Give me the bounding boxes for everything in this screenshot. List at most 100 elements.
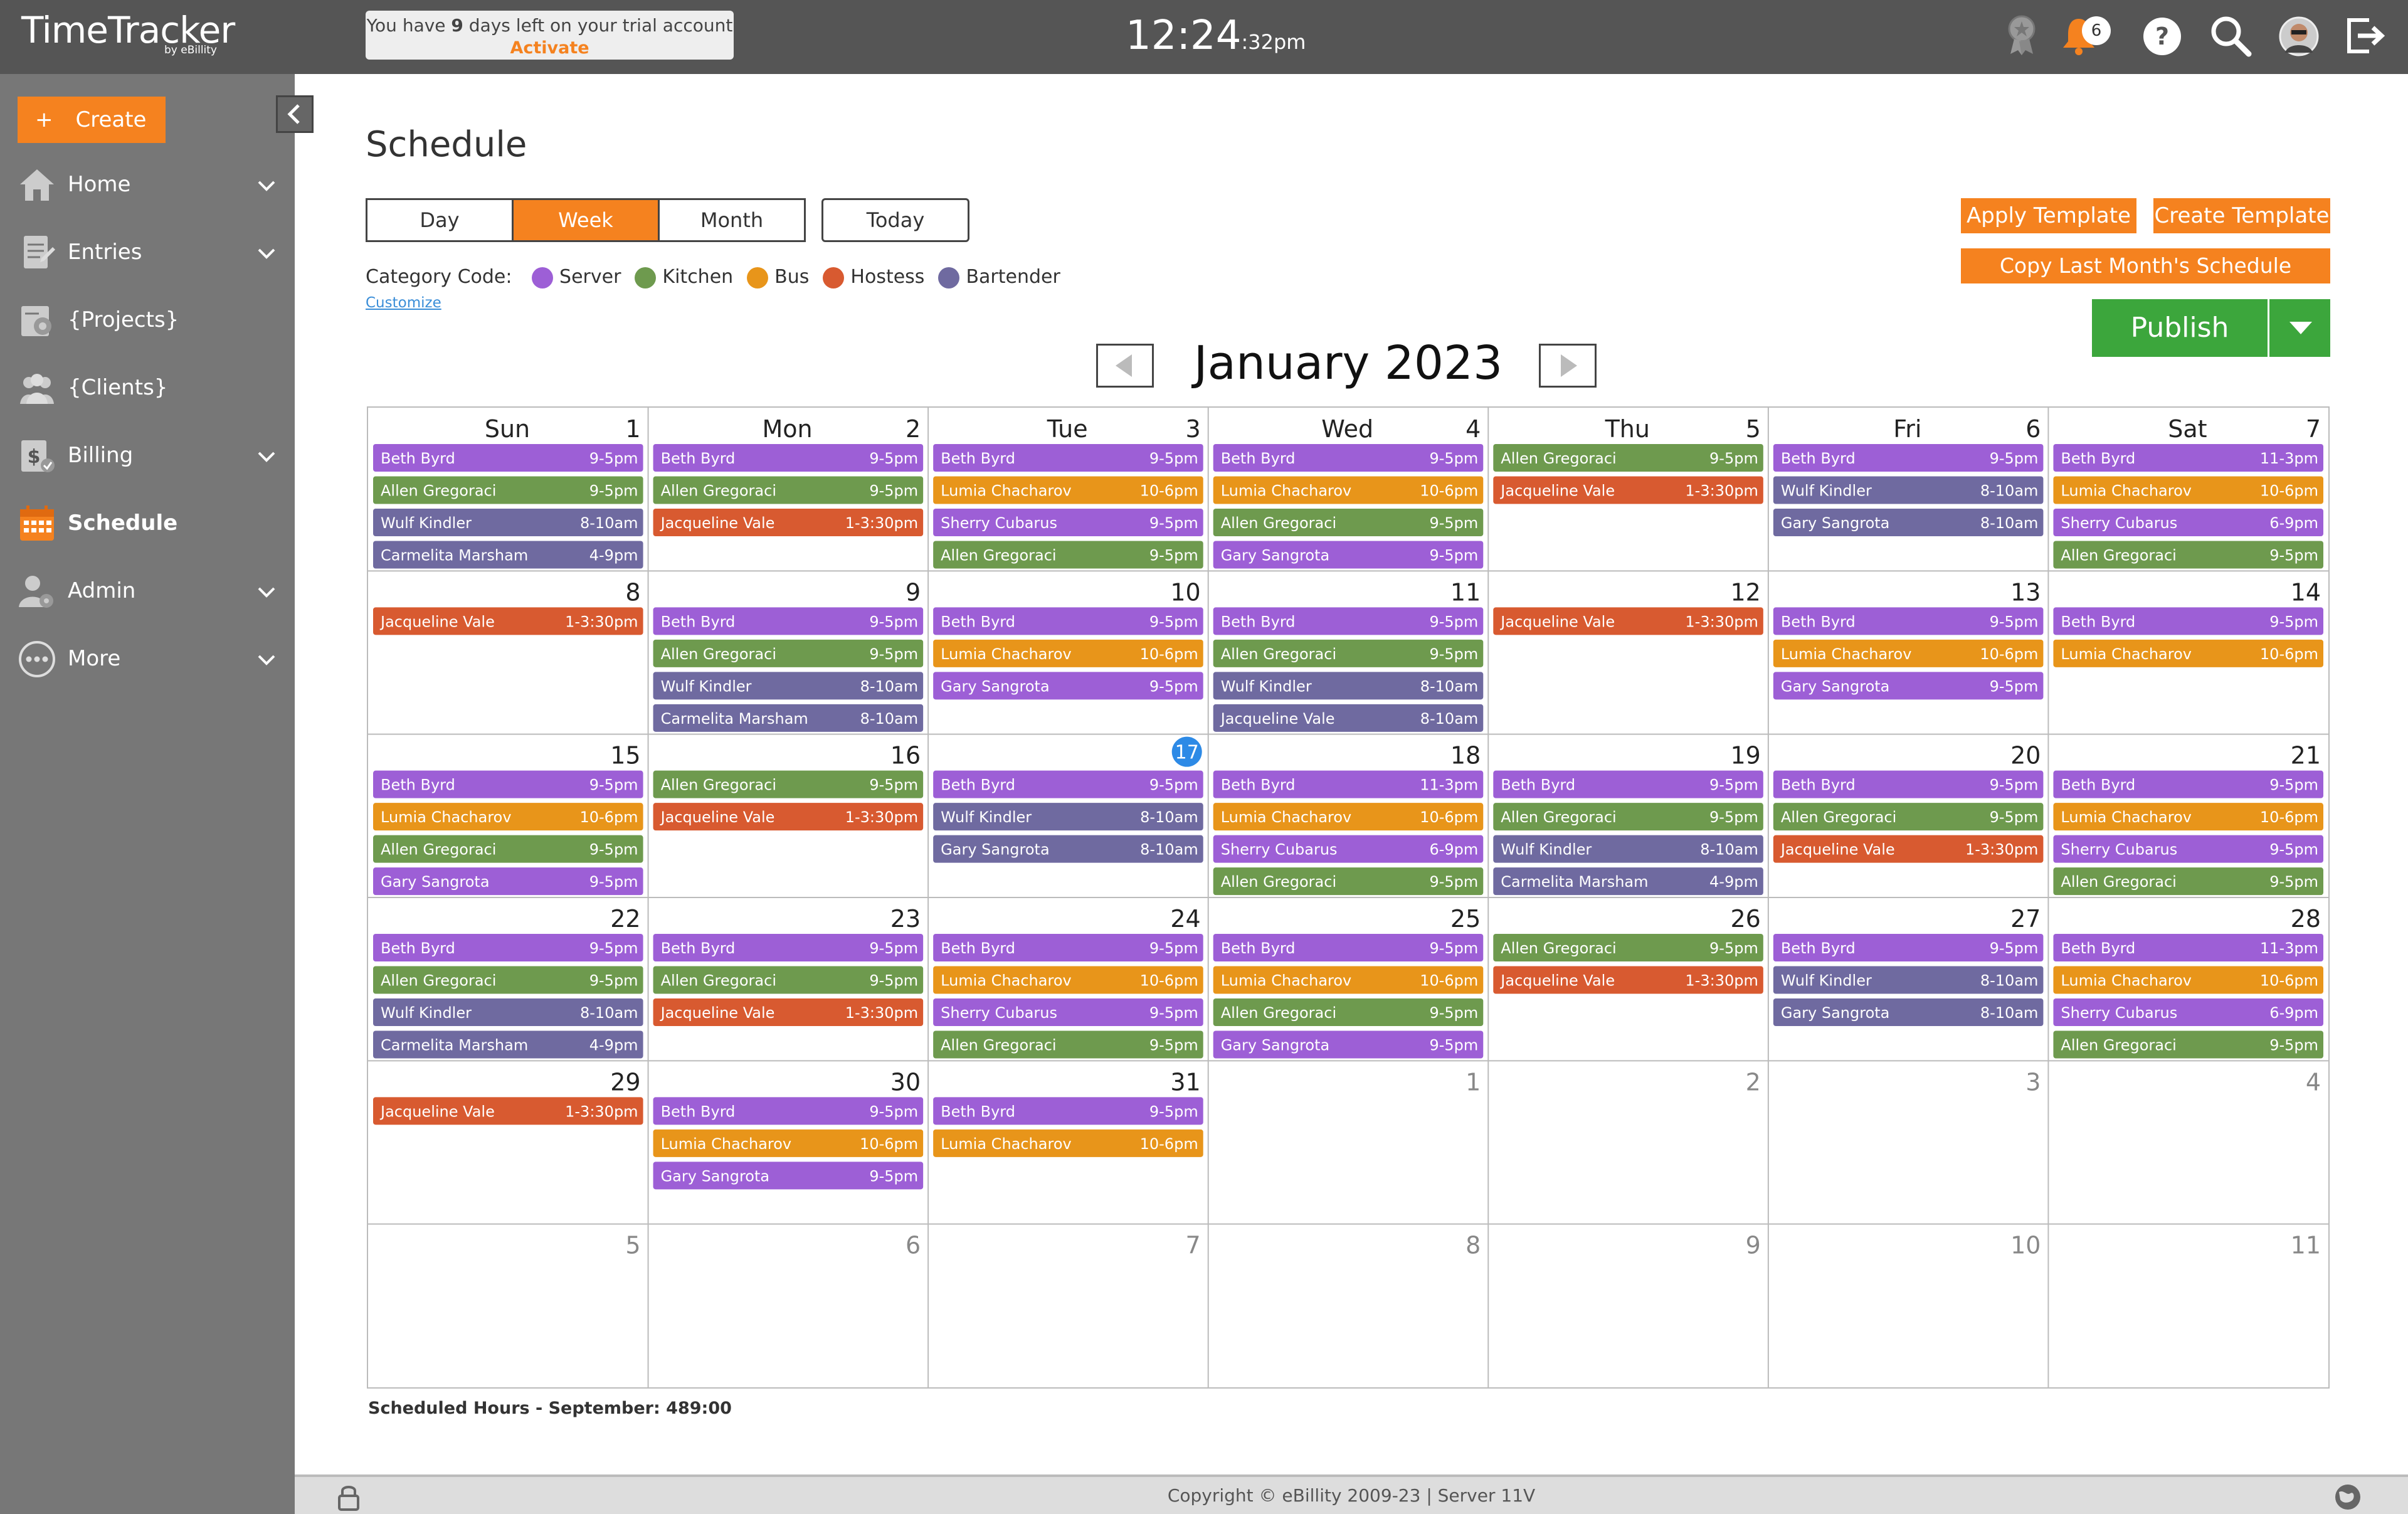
shift-block[interactable]: Allen Gregoraci 9-5pm	[933, 1030, 1203, 1059]
calendar-day-cell[interactable]: 2	[1489, 1061, 1768, 1223]
calendar-day-cell[interactable]: 9 Beth Byrd 9-5pm Allen Gregoraci 9-5pm Wulf …	[649, 571, 928, 733]
shift-block[interactable]: Lumia Chacharov 10-6pm	[933, 966, 1203, 994]
shift-block[interactable]: Lumia Chacharov 10-6pm	[373, 803, 643, 831]
shift-block[interactable]: Beth Byrd 9-5pm	[373, 444, 643, 472]
shift-block[interactable]: Jacqueline Vale 1-3:30pm	[1493, 966, 1763, 994]
shift-block[interactable]: Wulf Kindler 8-10am	[933, 803, 1203, 831]
shift-block[interactable]: Carmelita Marsham 4-9pm	[1493, 867, 1763, 896]
calendar-day-cell[interactable]: 18 Beth Byrd 11-3pm Lumia Chacharov 10-6pm Sh…	[1209, 735, 1488, 897]
shift-block[interactable]: Sherry Cubarus 6-9pm	[2053, 509, 2323, 536]
view-day-button[interactable]: Day	[366, 198, 514, 242]
calendar-day-cell[interactable]: 29 Jacqueline Vale 1-3:30pm	[369, 1061, 648, 1223]
calendar-day-cell[interactable]: 8 Jacqueline Vale 1-3:30pm	[369, 571, 648, 733]
sidebar-item-home[interactable]: Home	[0, 153, 295, 216]
apply-template-button[interactable]: Apply Template	[1961, 198, 2136, 233]
shift-block[interactable]: Gary Sangrota 9-5pm	[933, 672, 1203, 700]
shift-block[interactable]: Allen Gregoraci 9-5pm	[1213, 998, 1484, 1026]
shift-block[interactable]: Jacqueline Vale 1-3:30pm	[373, 1097, 643, 1125]
day-cell-background[interactable]	[369, 1061, 648, 1223]
calendar-day-cell[interactable]: Thu 5 Allen Gregoraci 9-5pm Jacqueline Vale 1…	[1489, 408, 1768, 570]
calendar-day-cell[interactable]: Sat 7 Beth Byrd 11-3pm Lumia Chacharov 10-6pm…	[2049, 408, 2328, 570]
shift-block[interactable]: Allen Gregoraci 9-5pm	[933, 541, 1203, 569]
shift-block[interactable]: Lumia Chacharov 10-6pm	[2053, 639, 2323, 667]
logout-icon[interactable]	[2344, 15, 2385, 56]
shift-block[interactable]: Lumia Chacharov 10-6pm	[653, 1129, 924, 1157]
calendar-day-cell[interactable]: 10	[1769, 1225, 2048, 1387]
calendar-day-cell[interactable]: 22 Beth Byrd 9-5pm Allen Gregoraci 9-5pm Wulf…	[369, 898, 648, 1060]
shift-block[interactable]: Beth Byrd 9-5pm	[1773, 607, 2044, 635]
shift-block[interactable]: Wulf Kindler 8-10am	[1493, 835, 1763, 863]
shift-block[interactable]: Jacqueline Vale 1-3:30pm	[1493, 476, 1763, 504]
shift-block[interactable]: Lumia Chacharov 10-6pm	[933, 476, 1203, 504]
shift-block[interactable]: Beth Byrd 9-5pm	[933, 770, 1203, 798]
shift-block[interactable]: Allen Gregoraci 9-5pm	[2053, 541, 2323, 569]
calendar-day-cell[interactable]: 10 Beth Byrd 9-5pm Lumia Chacharov 10-6pm Gar…	[929, 571, 1208, 733]
calendar-day-cell[interactable]: 16 Allen Gregoraci 9-5pm Jacqueline Vale 1-3…	[649, 735, 928, 897]
shift-block[interactable]: Lumia Chacharov 10-6pm	[933, 1129, 1203, 1157]
shift-block[interactable]: Gary Sangrota 9-5pm	[653, 1162, 924, 1190]
calendar-day-cell[interactable]: 28 Beth Byrd 11-3pm Lumia Chacharov 10-6pm Sh…	[2049, 898, 2328, 1060]
shift-block[interactable]: Beth Byrd 9-5pm	[933, 607, 1203, 635]
calendar-day-cell[interactable]: 12 Jacqueline Vale 1-3:30pm	[1489, 571, 1768, 733]
shift-block[interactable]: Allen Gregoraci 9-5pm	[2053, 1030, 2323, 1059]
shift-block[interactable]: Beth Byrd 9-5pm	[373, 934, 643, 961]
day-cell-background[interactable]	[2049, 1225, 2328, 1387]
shift-block[interactable]: Lumia Chacharov 10-6pm	[2053, 966, 2323, 994]
calendar-day-cell[interactable]: 19 Beth Byrd 9-5pm Allen Gregoraci 9-5pm Wulf…	[1489, 735, 1768, 897]
shift-block[interactable]: Lumia Chacharov 10-6pm	[1213, 803, 1484, 831]
sidebar-item-entries[interactable]: Entries	[0, 221, 295, 283]
view-week-button[interactable]: Week	[512, 198, 660, 242]
shift-block[interactable]: Beth Byrd 9-5pm	[1773, 770, 2044, 798]
shift-block[interactable]: Allen Gregoraci 9-5pm	[653, 476, 924, 504]
shift-block[interactable]: Jacqueline Vale 8-10am	[1213, 704, 1484, 732]
day-cell-background[interactable]	[649, 1225, 928, 1387]
shift-block[interactable]: Gary Sangrota 9-5pm	[1773, 672, 2044, 700]
publish-dropdown-button[interactable]	[2268, 299, 2330, 357]
shift-block[interactable]: Allen Gregoraci 9-5pm	[1493, 444, 1763, 472]
calendar-day-cell[interactable]: Sun 1 Beth Byrd 9-5pm Allen Gregoraci 9-5pm Wu…	[369, 408, 648, 570]
calendar-day-cell[interactable]: 20 Beth Byrd 9-5pm Allen Gregoraci 9-5pm Jacq…	[1769, 735, 2048, 897]
chevron-down-icon[interactable]	[254, 580, 279, 605]
sidebar-item-admin[interactable]: Admin	[0, 559, 295, 622]
calendar-day-cell[interactable]: 23 Beth Byrd 9-5pm Allen Gregoraci 9-5pm Jacq…	[649, 898, 928, 1060]
shift-block[interactable]: Allen Gregoraci 9-5pm	[1213, 509, 1484, 536]
today-button[interactable]: Today	[821, 198, 969, 242]
day-cell-background[interactable]	[1489, 571, 1768, 733]
calendar-day-cell[interactable]: 4	[2049, 1061, 2328, 1223]
day-cell-background[interactable]	[2049, 1061, 2328, 1223]
shift-block[interactable]: Jacqueline Vale 1-3:30pm	[653, 803, 924, 831]
search-icon[interactable]	[2209, 14, 2252, 58]
sidebar-item-schedule[interactable]: Schedule	[0, 492, 295, 554]
shift-block[interactable]: Wulf Kindler 8-10am	[1213, 672, 1484, 700]
shift-block[interactable]: Gary Sangrota 8-10am	[933, 835, 1203, 863]
shift-block[interactable]: Allen Gregoraci 9-5pm	[1213, 867, 1484, 896]
create-template-button[interactable]: Create Template	[2153, 198, 2330, 233]
shift-block[interactable]: Beth Byrd 9-5pm	[653, 934, 924, 961]
shift-block[interactable]: Allen Gregoraci 9-5pm	[653, 966, 924, 994]
shift-block[interactable]: Lumia Chacharov 10-6pm	[2053, 476, 2323, 504]
shift-block[interactable]: Allen Gregoraci 9-5pm	[1493, 934, 1763, 961]
calendar-day-cell[interactable]: 24 Beth Byrd 9-5pm Lumia Chacharov 10-6pm She…	[929, 898, 1208, 1060]
shift-block[interactable]: Jacqueline Vale 1-3:30pm	[653, 998, 924, 1026]
shift-block[interactable]: Gary Sangrota 8-10am	[1773, 509, 2044, 536]
shift-block[interactable]: Gary Sangrota 9-5pm	[1213, 541, 1484, 569]
chevron-down-icon[interactable]	[254, 241, 279, 266]
sidebar-item-more[interactable]: More	[0, 627, 295, 690]
copy-last-month-button[interactable]: Copy Last Month's Schedule	[1961, 248, 2330, 283]
create-button[interactable]: + Create	[18, 97, 166, 143]
calendar-day-cell[interactable]: 6	[649, 1225, 928, 1387]
shift-block[interactable]: Beth Byrd 9-5pm	[373, 770, 643, 798]
shift-block[interactable]: Wulf Kindler 8-10am	[1773, 476, 2044, 504]
shift-block[interactable]: Gary Sangrota 9-5pm	[373, 867, 643, 896]
shift-block[interactable]: Sherry Cubarus 6-9pm	[2053, 998, 2323, 1026]
shift-block[interactable]: Wulf Kindler 8-10am	[373, 998, 643, 1026]
shift-block[interactable]: Allen Gregoraci 9-5pm	[653, 639, 924, 667]
shift-block[interactable]: Jacqueline Vale 1-3:30pm	[373, 607, 643, 635]
calendar-day-cell[interactable]: 7	[929, 1225, 1208, 1387]
shift-block[interactable]: Wulf Kindler 8-10am	[653, 672, 924, 700]
shift-block[interactable]: Allen Gregoraci 9-5pm	[653, 770, 924, 798]
calendar-day-cell[interactable]: 15 Beth Byrd 9-5pm Lumia Chacharov 10-6pm All…	[369, 735, 648, 897]
day-cell-background[interactable]	[1209, 1225, 1488, 1387]
shift-block[interactable]: Carmelita Marsham 8-10am	[653, 704, 924, 732]
calendar-day-cell[interactable]: Wed 4 Beth Byrd 9-5pm Lumia Chacharov 10-6pm A…	[1209, 408, 1488, 570]
